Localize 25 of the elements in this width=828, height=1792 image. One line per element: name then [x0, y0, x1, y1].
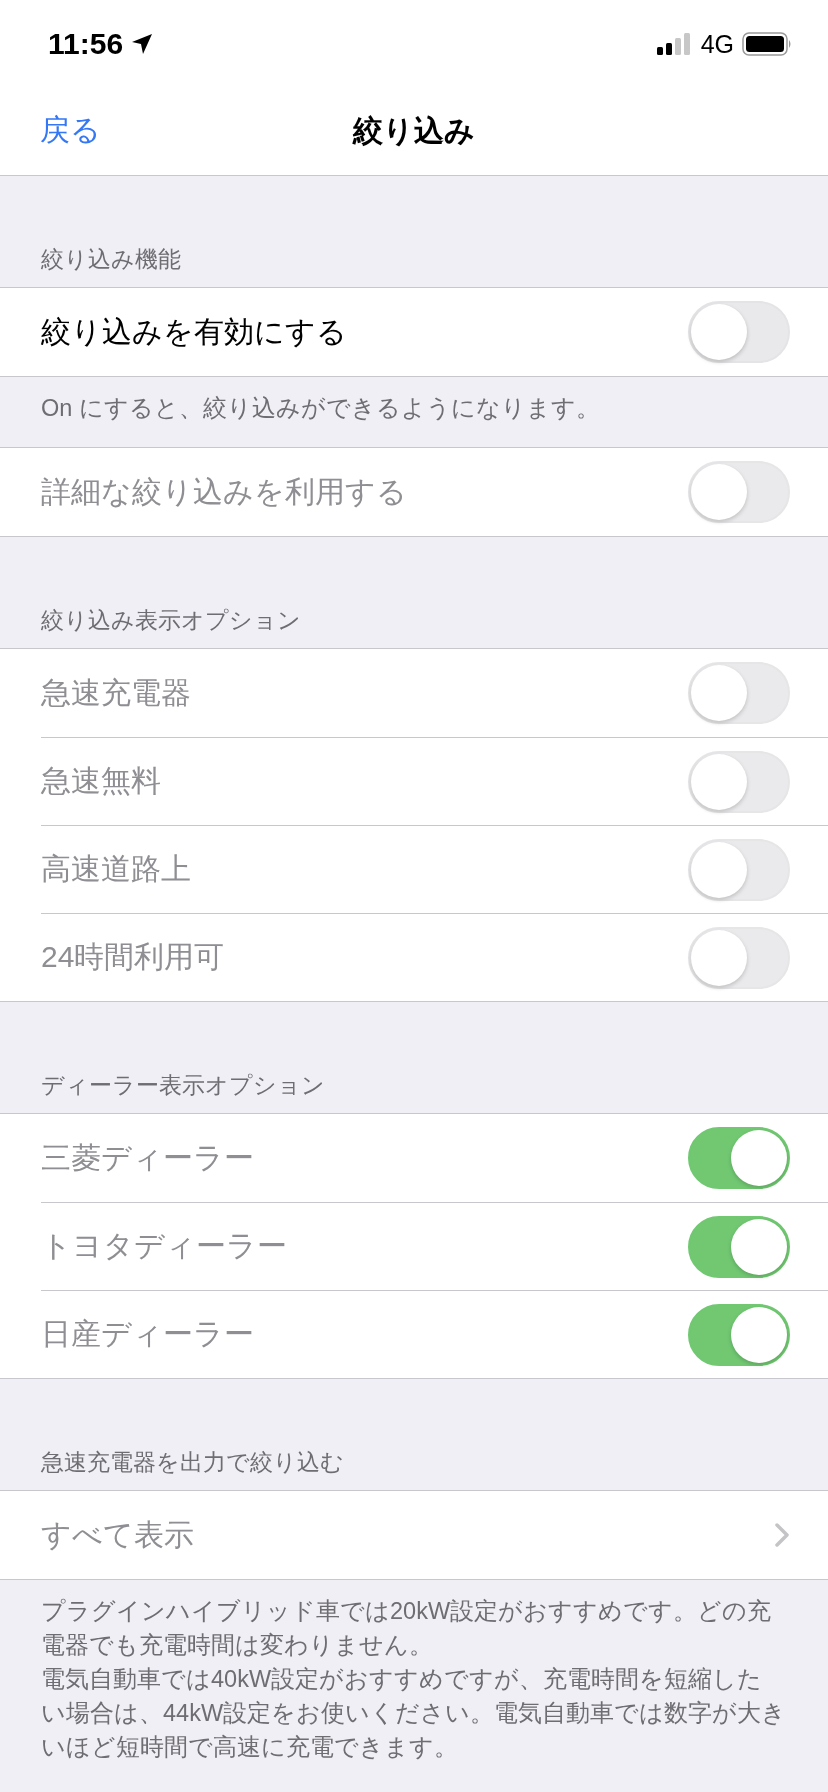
- section-header: 急速充電器を出力で絞り込む: [41, 1448, 344, 1477]
- row-label: トヨタディーラー: [41, 1228, 287, 1264]
- battery-icon: [742, 32, 792, 56]
- network-label: 4G: [700, 29, 734, 59]
- footer-note: 電気自動車では40kW設定がおすすめですが、充電時間を短縮したい場合は、44kW設定をお使いください。電気自動車では数字が大きいほど短時間で高速に充電できます。: [41, 1665, 787, 1762]
- row-label: 日産ディーラー: [41, 1316, 254, 1352]
- location-arrow-icon: [131, 33, 154, 55]
- status-time: 11:56: [48, 27, 124, 61]
- row-label: 急速無料: [41, 763, 161, 799]
- row-label: すべて表示: [41, 1516, 194, 1553]
- row-label: 急速充電器: [41, 674, 191, 711]
- row-label: 高速道路上: [41, 851, 191, 887]
- row-label: 詳細な絞り込みを利用する: [41, 473, 407, 510]
- footer-note: プラグインハイブリッド車では20kW設定がおすすめです。どの充電器でも充電時間は変わりません。: [41, 1597, 773, 1660]
- row-label: 絞り込みを有効にする: [41, 313, 347, 350]
- signal-icon: [656, 33, 693, 55]
- section-header: 絞り込み表示オプション: [41, 606, 301, 635]
- row-label: 三菱ディーラー: [41, 1139, 254, 1176]
- back-button[interactable]: 戻る: [40, 110, 101, 151]
- footer-note: On にすると、絞り込みができるようになります。: [41, 394, 601, 423]
- section-header: ディーラー表示オプション: [41, 1071, 325, 1100]
- section-header: 絞り込み機能: [41, 245, 181, 274]
- chevron-icon: [774, 1522, 790, 1548]
- row-label: 24時間利用可: [41, 939, 225, 975]
- nav-title: 絞り込み: [353, 113, 475, 149]
